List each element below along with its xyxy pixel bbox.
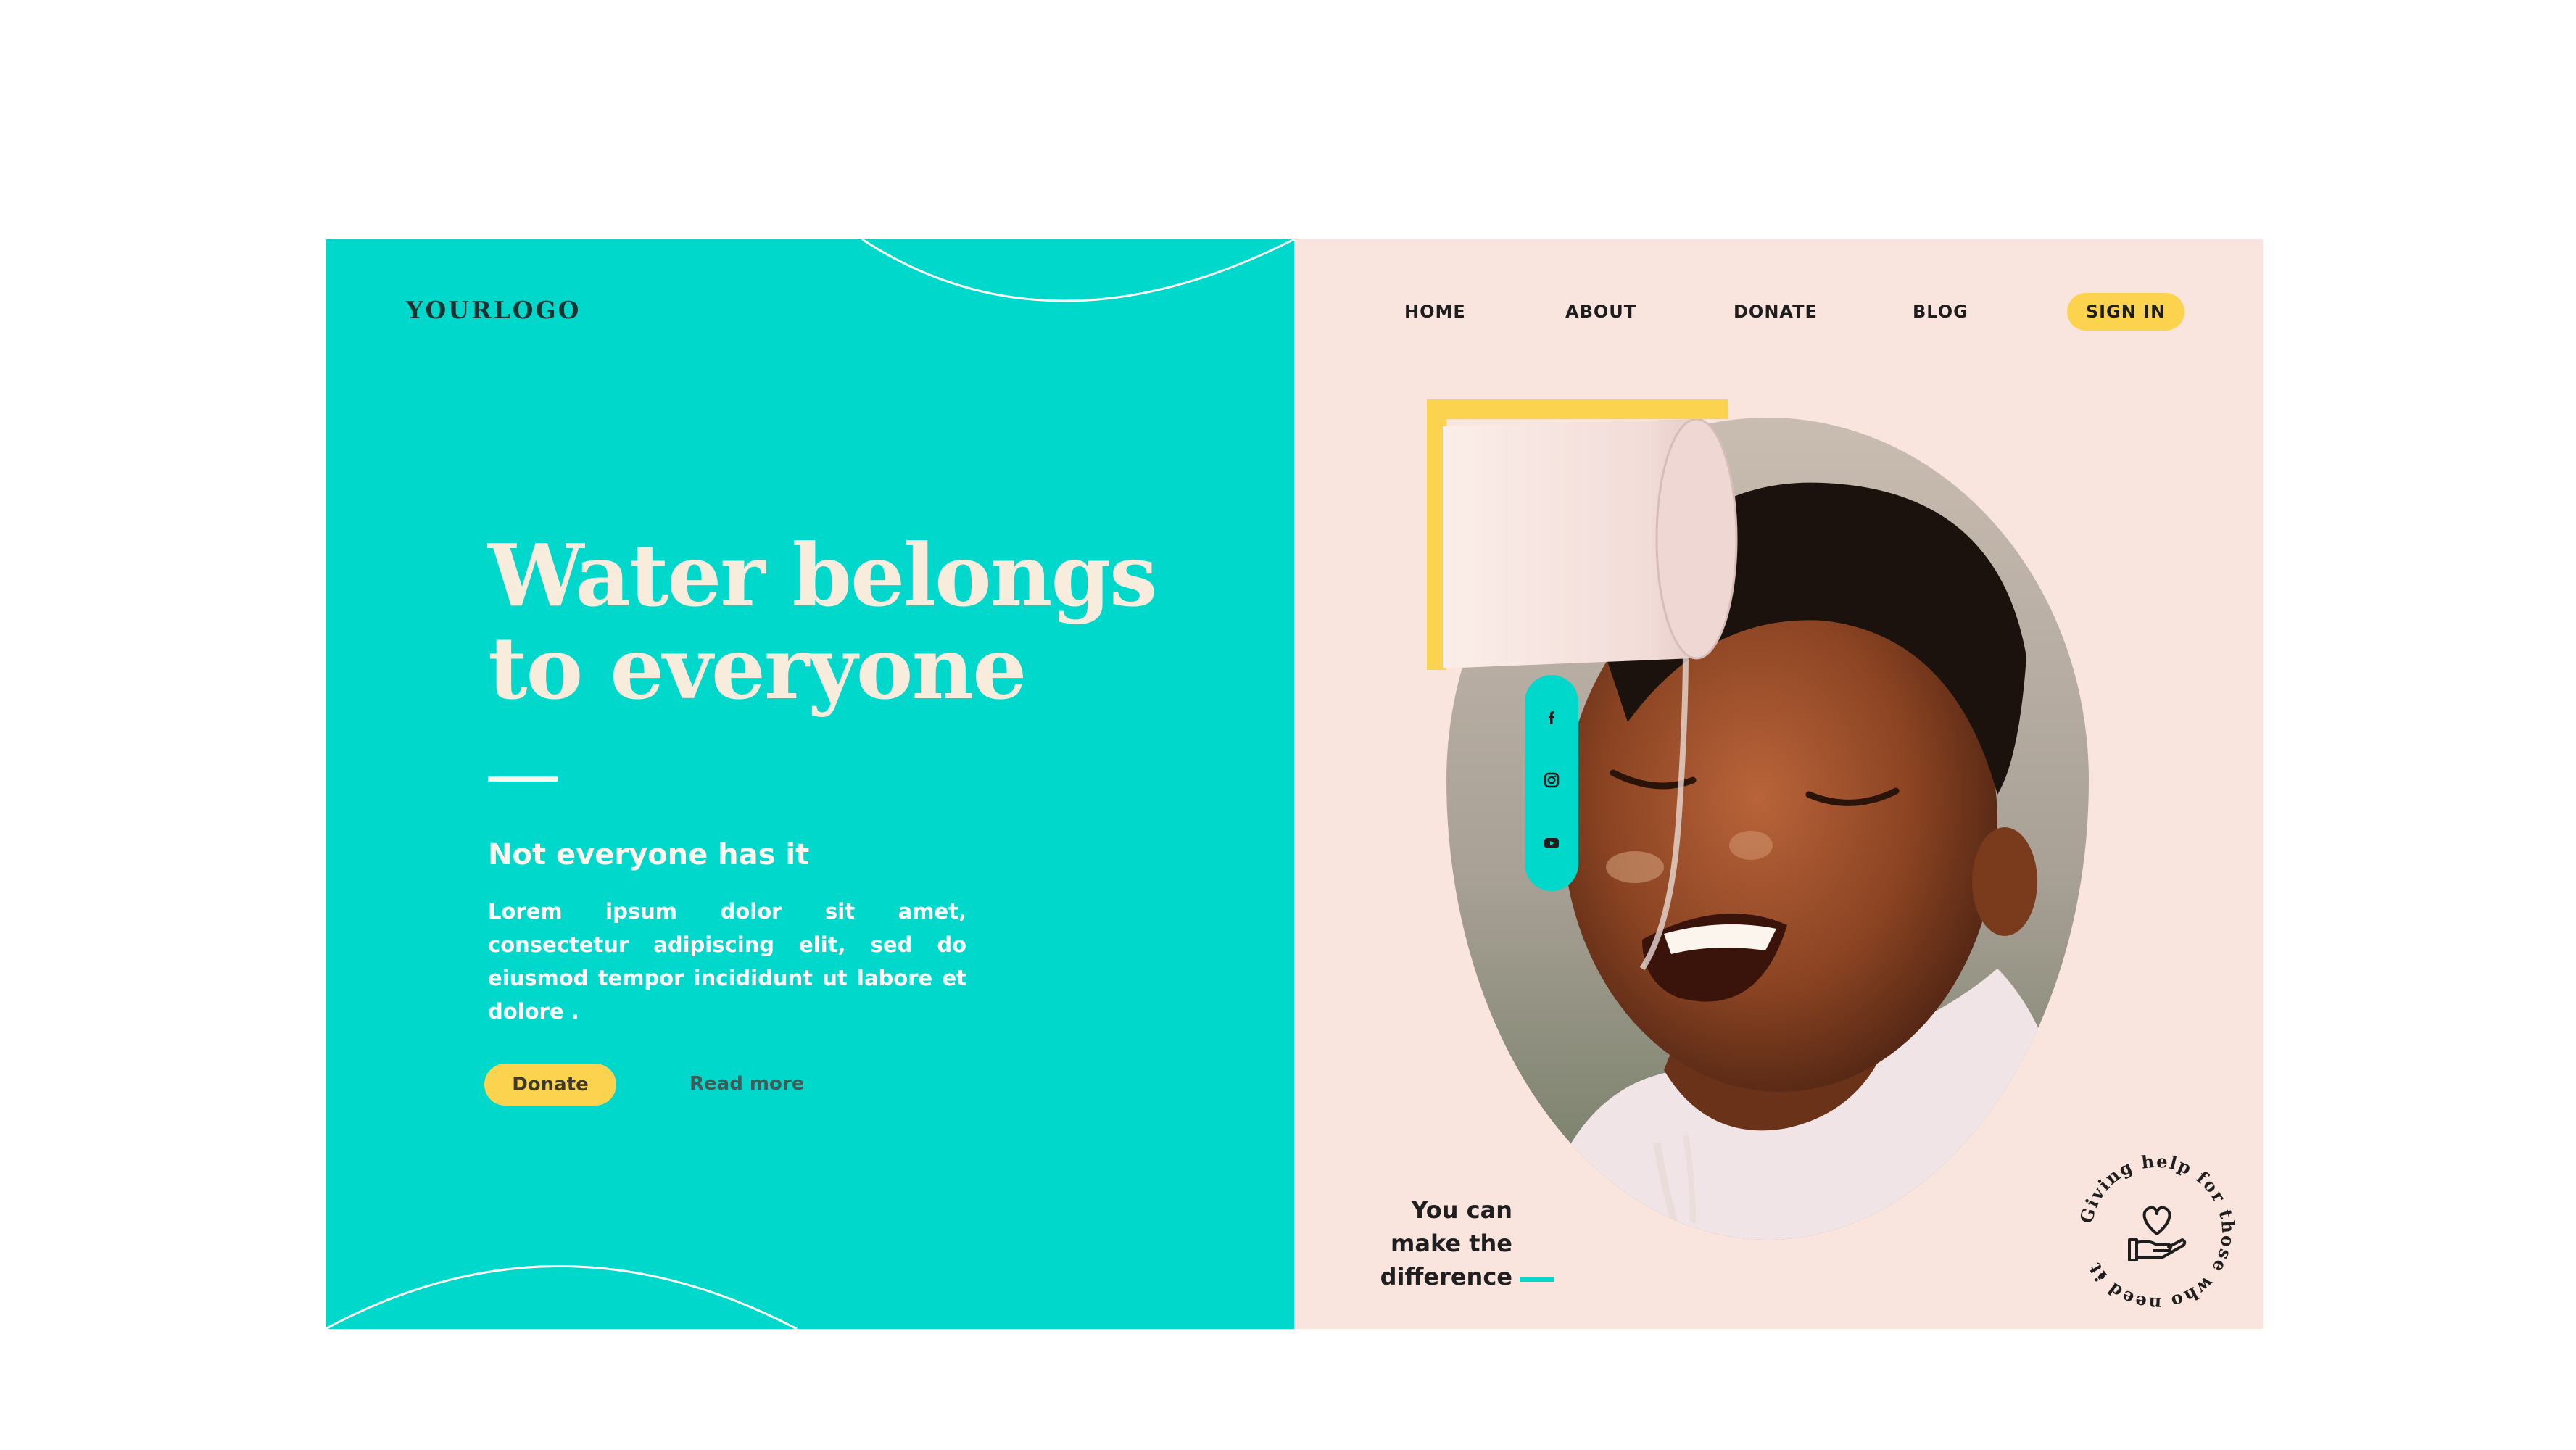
landing-page: YOURLOGO Water belongs to everyone Not e… bbox=[326, 239, 2263, 1329]
nav-item-donate[interactable]: DONATE bbox=[1734, 302, 1818, 322]
headline-line-2: to everyone bbox=[488, 618, 1027, 718]
hero-panel: YOURLOGO Water belongs to everyone Not e… bbox=[326, 239, 1294, 1329]
hero-headline: Water belongs to everyone bbox=[488, 529, 1213, 715]
cta-line-2: make the bbox=[1391, 1230, 1512, 1257]
cta-line-3: difference bbox=[1380, 1263, 1512, 1290]
facebook-icon[interactable] bbox=[1543, 708, 1560, 726]
instagram-icon[interactable] bbox=[1543, 771, 1560, 789]
donate-button[interactable]: Donate bbox=[484, 1064, 616, 1106]
headline-divider bbox=[488, 776, 558, 782]
water-cup bbox=[1443, 419, 1738, 668]
image-panel: HOME ABOUT DONATE BLOG SIGN IN You can m… bbox=[1294, 239, 2263, 1329]
cta-text: You can make the difference bbox=[1353, 1193, 1512, 1293]
main-nav: HOME ABOUT DONATE BLOG SIGN IN bbox=[1294, 239, 2263, 348]
site-logo[interactable]: YOURLOGO bbox=[406, 296, 581, 324]
cta-line-1: You can bbox=[1411, 1196, 1512, 1224]
decorative-curves bbox=[326, 239, 1294, 1329]
sign-in-button[interactable]: SIGN IN bbox=[2067, 293, 2184, 331]
headline-line-1: Water belongs bbox=[488, 525, 1157, 626]
nav-item-about[interactable]: ABOUT bbox=[1565, 302, 1636, 322]
read-more-link[interactable]: Read more bbox=[689, 1073, 804, 1095]
nav-item-home[interactable]: HOME bbox=[1404, 302, 1466, 322]
social-links-bar bbox=[1525, 675, 1578, 891]
hand-heart-icon bbox=[2128, 1206, 2187, 1262]
giving-help-badge: Giving help for those who need it bbox=[2076, 1151, 2238, 1315]
cta-divider bbox=[1520, 1277, 1554, 1282]
nav-item-blog[interactable]: BLOG bbox=[1913, 302, 1968, 322]
hero-subhead: Not everyone has it bbox=[488, 838, 810, 871]
youtube-icon[interactable] bbox=[1543, 834, 1560, 852]
hero-body-text: Lorem ipsum dolor sit amet, consectetur … bbox=[488, 899, 966, 1024]
